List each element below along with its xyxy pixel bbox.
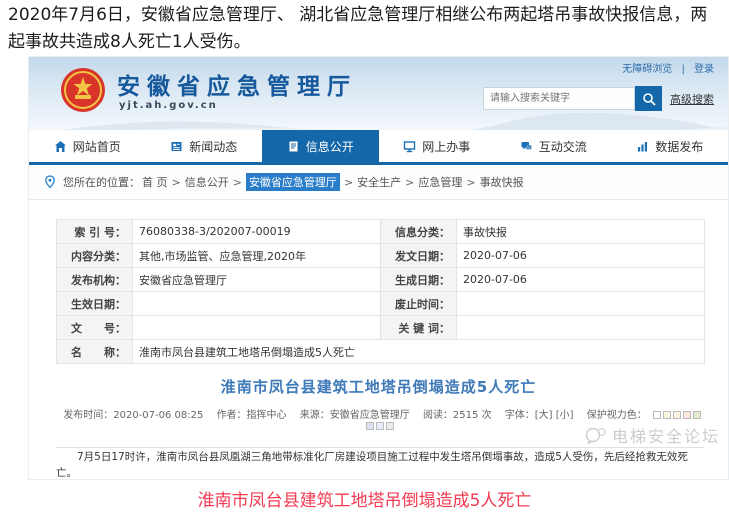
- article-page: 2020年7月6日，安徽省应急管理厅、 湖北省应急管理厅相继公布两起塔吊事故快报…: [0, 0, 729, 518]
- breadcrumb-prefix: 您所在的位置：: [63, 174, 140, 190]
- header-top-links: 无障碍浏览 | 登录: [616, 60, 714, 75]
- nav-label: 网站首页: [73, 138, 121, 155]
- author: 作者：指挥中心: [217, 410, 287, 421]
- breadcrumb-separator: >: [172, 176, 181, 189]
- search-bar: 高级搜索: [483, 86, 714, 111]
- field-value: [457, 316, 705, 340]
- search-input[interactable]: [483, 87, 635, 110]
- article-intro-text: 2020年7月6日，安徽省应急管理厅、 湖北省应急管理厅相继公布两起塔吊事故快报…: [8, 2, 724, 56]
- table-row: 名 称： 淮南市凤台县建筑工地塔吊倒塌造成5人死亡: [57, 340, 705, 364]
- field-value: [457, 292, 705, 316]
- news-icon: [170, 140, 183, 153]
- top-links-divider: |: [681, 64, 684, 75]
- breadcrumb-item-safety[interactable]: 安全生产: [357, 174, 401, 190]
- home-icon: [54, 140, 67, 153]
- breadcrumb-separator: >: [405, 176, 414, 189]
- nav-label: 新闻动态: [189, 138, 237, 155]
- eye-protect-label: 保护视力色：: [587, 410, 647, 421]
- nav-item-news[interactable]: 新闻动态: [146, 130, 263, 162]
- chart-icon: [636, 140, 649, 153]
- table-row: 文 号： 关 键 词：: [57, 316, 705, 340]
- record-metadata-table: 索 引 号： 76080338-3/202007-00019 信息分类： 事故快…: [56, 219, 705, 364]
- advanced-search-link[interactable]: 高级搜索: [670, 91, 714, 107]
- location-pin-icon: [43, 175, 57, 189]
- breadcrumb-item-emergency[interactable]: 应急管理: [418, 174, 462, 190]
- field-value: 2020-07-06: [457, 268, 705, 292]
- breadcrumb-item-bulletin[interactable]: 事故快报: [480, 174, 524, 190]
- field-label: 生成日期：: [381, 268, 457, 292]
- chat-icon: [520, 140, 533, 153]
- field-label: 发文日期：: [381, 244, 457, 268]
- source: 来源：安徽省应急管理厅: [300, 410, 410, 421]
- field-value: 其他,市场监管、应急管理,2020年: [133, 244, 381, 268]
- field-value: [133, 292, 381, 316]
- font-size-controls[interactable]: 字体：[大] [小]: [505, 410, 574, 421]
- website-screenshot: 安徽省应急管理厅 yjt.ah.gov.cn 无障碍浏览 | 登录 高级搜索: [28, 56, 729, 480]
- magnifier-icon: [642, 92, 656, 106]
- field-label: 废止时间：: [381, 292, 457, 316]
- nav-item-info-disclosure[interactable]: 信息公开: [262, 130, 379, 162]
- field-label: 发布机构：: [57, 268, 133, 292]
- nav-label: 网上办事: [422, 138, 470, 155]
- field-value: 事故快报: [457, 220, 705, 244]
- login-link[interactable]: 登录: [694, 64, 714, 75]
- nav-item-data-release[interactable]: 数据发布: [612, 130, 729, 162]
- breadcrumb-item-home[interactable]: 首 页: [142, 174, 168, 190]
- table-row: 发布机构： 安徽省应急管理厅 生成日期： 2020-07-06: [57, 268, 705, 292]
- mountain-mist-decoration: [29, 110, 728, 130]
- eye-protect-swatch[interactable]: [376, 422, 384, 430]
- eye-protect-swatch[interactable]: [653, 411, 661, 419]
- table-row: 索 引 号： 76080338-3/202007-00019 信息分类： 事故快…: [57, 220, 705, 244]
- eye-protect-swatch[interactable]: [673, 411, 681, 419]
- field-label: 内容分类：: [57, 244, 133, 268]
- field-value: [133, 316, 381, 340]
- table-row: 生效日期： 废止时间：: [57, 292, 705, 316]
- monitor-icon: [403, 140, 416, 153]
- forum-logo-icon: [585, 426, 607, 444]
- nav-item-interaction[interactable]: 互动交流: [495, 130, 612, 162]
- site-title[interactable]: 安徽省应急管理厅: [117, 67, 357, 101]
- site-domain: yjt.ah.gov.cn: [119, 100, 218, 111]
- document-icon: [287, 140, 300, 153]
- nav-item-home[interactable]: 网站首页: [29, 130, 146, 162]
- site-header: 安徽省应急管理厅 yjt.ah.gov.cn 无障碍浏览 | 登录 高级搜索: [29, 57, 728, 130]
- field-label: 文 号：: [57, 316, 133, 340]
- field-label: 关 键 词：: [381, 316, 457, 340]
- search-button[interactable]: [635, 86, 662, 111]
- eye-protect-swatch[interactable]: [683, 411, 691, 419]
- breadcrumb-separator: >: [233, 176, 242, 189]
- nav-label: 数据发布: [655, 138, 703, 155]
- eye-protect-swatch[interactable]: [693, 411, 701, 419]
- breadcrumb: 您所在的位置： 首 页 > 信息公开 > 安徽省应急管理厅 > 安全生产 > 应…: [29, 165, 728, 200]
- breadcrumb-item-info[interactable]: 信息公开: [185, 174, 229, 190]
- watermark-text: 电梯安全论坛: [612, 423, 720, 447]
- read-count: 阅读：2515 次: [423, 410, 492, 421]
- field-value: 淮南市凤台县建筑工地塔吊倒塌造成5人死亡: [133, 340, 705, 364]
- nav-item-online-services[interactable]: 网上办事: [379, 130, 496, 162]
- field-value: 76080338-3/202007-00019: [133, 220, 381, 244]
- breadcrumb-separator: >: [344, 176, 353, 189]
- breadcrumb-separator: >: [466, 176, 475, 189]
- field-label: 生效日期：: [57, 292, 133, 316]
- main-nav: 网站首页 新闻动态 信息公开: [29, 130, 728, 165]
- nav-label: 信息公开: [306, 138, 354, 155]
- national-emblem-logo[interactable]: [59, 66, 107, 114]
- eye-protect-swatch[interactable]: [386, 422, 394, 430]
- accessibility-link[interactable]: 无障碍浏览: [622, 64, 672, 75]
- breadcrumb-item-agency-highlighted[interactable]: 安徽省应急管理厅: [246, 173, 340, 191]
- detail-body-text: 7月5日17时许，淮南市凤台县凤凰湖三角地带标准化厂房建设项目施工过程中发生塔吊…: [56, 449, 706, 481]
- watermark: 电梯安全论坛: [585, 423, 720, 447]
- eye-protect-swatch[interactable]: [663, 411, 671, 419]
- field-label: 名 称：: [57, 340, 133, 364]
- field-value: 2020-07-06: [457, 244, 705, 268]
- detail-title: 淮南市凤台县建筑工地塔吊倒塌造成5人死亡: [29, 376, 728, 397]
- eye-protect-swatch[interactable]: [366, 422, 374, 430]
- publish-time: 发布时间：2020-07-06 08:25: [63, 410, 203, 421]
- article-red-caption: 淮南市凤台县建筑工地塔吊倒塌造成5人死亡: [0, 486, 729, 511]
- nav-label: 互动交流: [539, 138, 587, 155]
- table-row: 内容分类： 其他,市场监管、应急管理,2020年 发文日期： 2020-07-0…: [57, 244, 705, 268]
- field-value: 安徽省应急管理厅: [133, 268, 381, 292]
- field-label: 信息分类：: [381, 220, 457, 244]
- field-label: 索 引 号：: [57, 220, 133, 244]
